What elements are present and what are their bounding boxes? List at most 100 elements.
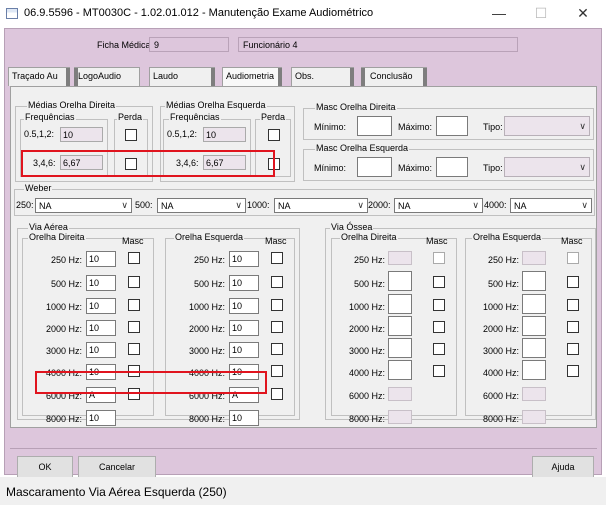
ossea-direita-freq-label: 250 Hz: <box>353 255 385 265</box>
ossea-esquerda-masc-checkbox[interactable] <box>567 299 579 311</box>
aerea-esquerda-input[interactable]: 10 <box>229 320 259 336</box>
via-aerea-title: Via Aérea <box>28 222 69 232</box>
ok-button[interactable]: OK <box>17 456 73 478</box>
aerea-esquerda-masc-checkbox[interactable] <box>271 299 283 311</box>
ossea-esquerda-input[interactable] <box>522 271 546 291</box>
maximize-icon[interactable]: ☐ <box>520 0 562 28</box>
weber-250-select[interactable]: NA ∨ <box>35 198 132 213</box>
ossea-direita-freq-label: 500 Hz: <box>353 279 385 289</box>
highlight-6000hz <box>35 371 267 394</box>
ossea-direita-masc-checkbox[interactable] <box>433 299 445 311</box>
aerea-esquerda-input[interactable]: 10 <box>229 251 259 267</box>
close-icon[interactable]: ✕ <box>562 0 604 28</box>
aerea-esquerda-masc-checkbox[interactable] <box>271 365 283 377</box>
medias-esquerda-perda-label: Perda <box>260 112 287 122</box>
ossea-esquerda-freq-label: 4000 Hz: <box>482 368 519 378</box>
ossea-esquerda-input[interactable] <box>522 294 546 314</box>
aerea-esquerda-title: Orelha Esquerda <box>174 232 245 242</box>
ossea-direita-input[interactable] <box>388 294 412 314</box>
ossea-direita-masc-checkbox[interactable] <box>433 252 445 264</box>
aerea-direita-input[interactable]: 10 <box>86 298 116 314</box>
ossea-direita-masc-checkbox[interactable] <box>433 276 445 288</box>
ossea-direita-freq-label: 4000 Hz: <box>348 368 385 378</box>
aerea-direita-freq-label: 250 Hz: <box>50 255 82 265</box>
ossea-esquerda-title: Orelha Esquerda <box>472 232 543 242</box>
aerea-direita-input[interactable]: 10 <box>86 275 116 291</box>
masc-direita-tipo-select[interactable]: ∨ <box>504 116 590 136</box>
ossea-esquerda-masc-checkbox[interactable] <box>567 252 579 264</box>
weber-2000-select[interactable]: NA ∨ <box>394 198 483 213</box>
ossea-esquerda-freq-label: 6000 Hz: <box>482 391 519 401</box>
aerea-esquerda-masc-checkbox[interactable] <box>271 321 283 333</box>
weber-1000-select[interactable]: NA ∨ <box>274 198 368 213</box>
ossea-direita-input[interactable] <box>388 271 412 291</box>
ossea-direita-input <box>388 410 412 424</box>
tab-obs[interactable]: Obs. <box>291 67 354 86</box>
perda-direita-checkbox-1[interactable] <box>125 129 137 141</box>
minimize-icon[interactable]: — <box>478 0 520 28</box>
ficha-medica-label: Ficha Médica: <box>97 40 154 50</box>
aerea-esquerda-masc-label: Masc <box>265 236 287 246</box>
aerea-esquerda-freq-label: 2000 Hz: <box>188 324 225 334</box>
ossea-direita-input[interactable] <box>388 360 412 380</box>
aerea-direita-masc-checkbox[interactable] <box>128 276 140 288</box>
ossea-esquerda-masc-checkbox[interactable] <box>567 276 579 288</box>
aerea-direita-masc-checkbox[interactable] <box>128 321 140 333</box>
masc-direita-min-input[interactable] <box>357 116 392 136</box>
tab-tracado-audio[interactable]: Traçado Au <box>8 67 70 86</box>
tab-conclusao[interactable]: Conclusão <box>361 67 427 86</box>
aerea-direita-title: Orelha Direita <box>28 232 86 242</box>
ossea-direita-masc-checkbox[interactable] <box>433 365 445 377</box>
weber-4000-select[interactable]: NA ∨ <box>510 198 592 213</box>
aerea-esquerda-input[interactable]: 10 <box>229 298 259 314</box>
ossea-direita-input[interactable] <box>388 338 412 358</box>
tab-logoaudio[interactable]: LogoAudio <box>74 67 140 86</box>
aerea-direita-input[interactable]: 10 <box>86 410 116 426</box>
aerea-direita-input[interactable]: 10 <box>86 342 116 358</box>
weber-500-select[interactable]: NA ∨ <box>157 198 246 213</box>
tab-laudo[interactable]: Laudo <box>149 67 215 86</box>
aerea-direita-masc-checkbox[interactable] <box>128 252 140 264</box>
ossea-direita-masc-checkbox[interactable] <box>433 343 445 355</box>
help-button[interactable]: Ajuda <box>532 456 594 478</box>
ossea-esquerda-input <box>522 251 546 265</box>
funcionario-field: Funcionário 4 <box>238 37 518 52</box>
ossea-esquerda-freq-label: 2000 Hz: <box>482 324 519 334</box>
ossea-direita-masc-label: Masc <box>426 236 448 246</box>
aerea-esquerda-masc-checkbox[interactable] <box>271 276 283 288</box>
ossea-esquerda-masc-checkbox[interactable] <box>567 365 579 377</box>
ossea-esquerda-masc-checkbox[interactable] <box>567 343 579 355</box>
perda-esquerda-checkbox-1[interactable] <box>268 129 280 141</box>
aerea-esquerda-input[interactable]: 10 <box>229 410 259 426</box>
aerea-esquerda-masc-checkbox[interactable] <box>271 343 283 355</box>
masc-esquerda-max-input[interactable] <box>436 157 468 177</box>
chevron-down-icon: ∨ <box>121 200 128 210</box>
aerea-esquerda-input[interactable]: 10 <box>229 342 259 358</box>
aerea-esquerda-masc-checkbox[interactable] <box>271 252 283 264</box>
window-title: 06.9.5596 - MT0030C - 1.02.01.012 - Manu… <box>24 7 374 19</box>
masc-esquerda-min-input[interactable] <box>357 157 392 177</box>
ossea-direita-masc-checkbox[interactable] <box>433 321 445 333</box>
aerea-direita-masc-checkbox[interactable] <box>128 343 140 355</box>
aerea-direita-masc-checkbox[interactable] <box>128 299 140 311</box>
ossea-esquerda-freq-label: 8000 Hz: <box>482 414 519 424</box>
tab-audiometria[interactable]: Audiometria <box>222 67 282 86</box>
ossea-esquerda-input[interactable] <box>522 316 546 336</box>
ossea-esquerda-input <box>522 410 546 424</box>
ossea-esquerda-masc-checkbox[interactable] <box>567 321 579 333</box>
aerea-esquerda-freq-label: 3000 Hz: <box>188 346 225 356</box>
ossea-esquerda-input[interactable] <box>522 360 546 380</box>
aerea-esquerda-input[interactable]: 10 <box>229 275 259 291</box>
aerea-direita-input[interactable]: 10 <box>86 320 116 336</box>
masc-direita-max-input[interactable] <box>436 116 468 136</box>
masc-esquerda-tipo-select[interactable]: ∨ <box>504 157 590 177</box>
aerea-direita-input[interactable]: 10 <box>86 251 116 267</box>
ossea-esquerda-freq-label: 500 Hz: <box>487 279 519 289</box>
medias-direita-perda-label: Perda <box>117 112 144 122</box>
ossea-esquerda-input[interactable] <box>522 338 546 358</box>
cancel-button[interactable]: Cancelar <box>78 456 156 478</box>
aerea-direita-freq-label: 8000 Hz: <box>45 414 82 424</box>
ossea-direita-input[interactable] <box>388 316 412 336</box>
aerea-esquerda-masc-checkbox[interactable] <box>271 388 283 400</box>
ossea-esquerda-masc-label: Masc <box>561 236 583 246</box>
